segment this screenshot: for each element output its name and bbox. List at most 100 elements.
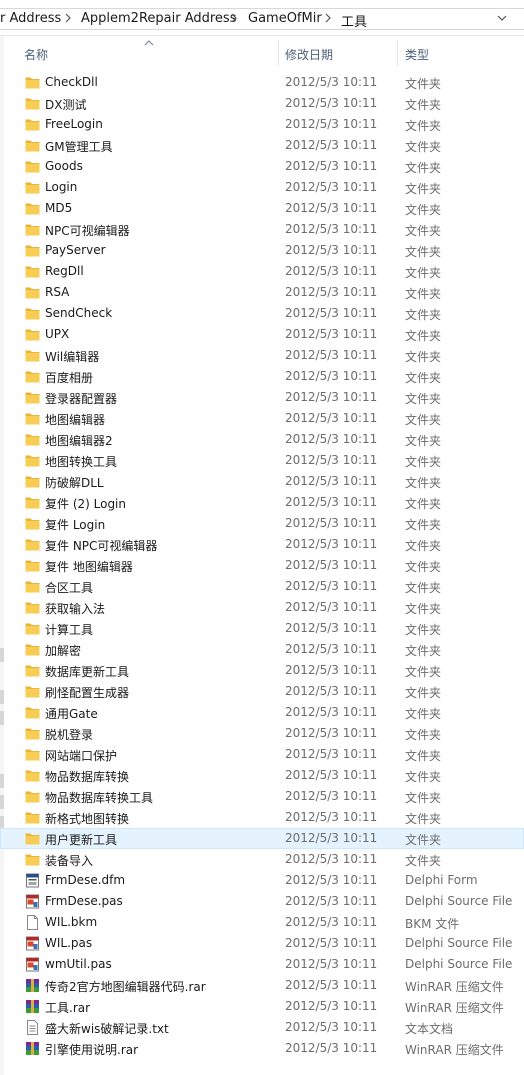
breadcrumb-item-current[interactable]: 工具 (341, 11, 367, 30)
folder-icon (25, 726, 40, 741)
list-item[interactable]: FreeLogin 2012/5/3 10:11 文件夹 (0, 114, 524, 135)
list-item[interactable]: 刷怪配置生成器 2012/5/3 10:11 文件夹 (0, 681, 524, 702)
folder-icon (25, 264, 40, 279)
file-date: 2012/5/3 10:11 (285, 1020, 378, 1034)
list-item[interactable]: 地图转换工具 2012/5/3 10:11 文件夹 (0, 450, 524, 471)
list-item[interactable]: 用户更新工具 2012/5/3 10:11 文件夹 (0, 828, 524, 849)
breadcrumb-separator-icon[interactable] (323, 12, 333, 24)
list-item[interactable]: 获取输入法 2012/5/3 10:11 文件夹 (0, 597, 524, 618)
list-item[interactable]: MD5 2012/5/3 10:11 文件夹 (0, 198, 524, 219)
file-type: 文件夹 (405, 812, 442, 826)
list-item[interactable]: 装备导入 2012/5/3 10:11 文件夹 (0, 849, 524, 870)
list-item[interactable]: DX测试 2012/5/3 10:11 文件夹 (0, 93, 524, 114)
breadcrumb-item-applem2repair[interactable]: Applem2Repair Address (81, 11, 236, 26)
file-name: 登录器配置器 (45, 392, 118, 406)
column-date[interactable]: 修改日期 (285, 46, 333, 63)
list-item[interactable]: RegDll 2012/5/3 10:11 文件夹 (0, 261, 524, 282)
list-item[interactable]: CheckDll 2012/5/3 10:11 文件夹 (0, 72, 524, 93)
list-item[interactable]: WIL.pas 2012/5/3 10:11 Delphi Source File (0, 933, 524, 954)
breadcrumb-item-address[interactable]: r Address (0, 11, 61, 26)
winrar-icon (25, 978, 40, 993)
list-item[interactable]: 物品数据库转换 2012/5/3 10:11 文件夹 (0, 765, 524, 786)
list-item[interactable]: 传奇2官方地图编辑器代码.rar 2012/5/3 10:11 WinRAR 压缩文… (0, 975, 524, 996)
list-item[interactable]: FrmDese.dfm 2012/5/3 10:11 Delphi Form (0, 870, 524, 891)
breadcrumb-separator-icon[interactable] (229, 12, 239, 24)
file-name: 复件 地图编辑器 (45, 560, 133, 574)
list-item[interactable]: 地图编辑器 2012/5/3 10:11 文件夹 (0, 408, 524, 429)
folder-icon (25, 327, 40, 342)
list-item[interactable]: Goods 2012/5/3 10:11 文件夹 (0, 156, 524, 177)
list-item[interactable]: 地图编辑器2 2012/5/3 10:11 文件夹 (0, 429, 524, 450)
file-date: 2012/5/3 10:11 (285, 159, 378, 173)
file-date: 2012/5/3 10:11 (285, 138, 378, 152)
file-type: 文件夹 (405, 203, 442, 217)
list-item[interactable]: 工具.rar 2012/5/3 10:11 WinRAR 压缩文件 (0, 996, 524, 1017)
file-type: 文件夹 (405, 833, 442, 847)
list-item[interactable]: 复件 地图编辑器 2012/5/3 10:11 文件夹 (0, 555, 524, 576)
list-item[interactable]: 百度相册 2012/5/3 10:11 文件夹 (0, 366, 524, 387)
folder-icon (25, 117, 40, 132)
list-item[interactable]: 复件 (2) Login 2012/5/3 10:11 文件夹 (0, 492, 524, 513)
list-item[interactable]: 通用Gate 2012/5/3 10:11 文件夹 (0, 702, 524, 723)
file-type: 文件夹 (405, 98, 442, 112)
list-item[interactable]: PayServer 2012/5/3 10:11 文件夹 (0, 240, 524, 261)
file-date: 2012/5/3 10:11 (285, 516, 378, 530)
list-item[interactable]: 加解密 2012/5/3 10:11 文件夹 (0, 639, 524, 660)
list-item[interactable]: 复件 NPC可视编辑器 2012/5/3 10:11 文件夹 (0, 534, 524, 555)
file-name: 地图编辑器 (45, 413, 106, 427)
breadcrumb-separator-icon[interactable] (63, 12, 73, 24)
folder-icon (25, 663, 40, 678)
file-date: 2012/5/3 10:11 (285, 600, 378, 614)
list-item[interactable]: 新格式地图转换 2012/5/3 10:11 文件夹 (0, 807, 524, 828)
file-name: 加解密 (45, 644, 82, 658)
list-item[interactable]: wmUtil.pas 2012/5/3 10:11 Delphi Source Fi… (0, 954, 524, 975)
folder-icon (25, 306, 40, 321)
address-bar[interactable]: r Address Applem2Repair Address GameOfMi… (0, 0, 524, 36)
breadcrumb-item-gameofmir[interactable]: GameOfMir (248, 11, 322, 26)
list-item[interactable]: 物品数据库转换工具 2012/5/3 10:11 文件夹 (0, 786, 524, 807)
file-name: RSA (45, 285, 70, 299)
folder-icon (25, 222, 40, 237)
file-type: 文件夹 (405, 518, 442, 532)
list-item[interactable]: 计算工具 2012/5/3 10:11 文件夹 (0, 618, 524, 639)
list-item[interactable]: FrmDese.pas 2012/5/3 10:11 Delphi Source F… (0, 891, 524, 912)
list-item[interactable]: SendCheck 2012/5/3 10:11 文件夹 (0, 303, 524, 324)
list-item[interactable]: WIL.bkm 2012/5/3 10:11 BKM 文件 (0, 912, 524, 933)
file-name: 计算工具 (45, 623, 94, 637)
file-date: 2012/5/3 10:11 (285, 411, 378, 425)
list-item[interactable]: Login 2012/5/3 10:11 文件夹 (0, 177, 524, 198)
list-item[interactable]: 盛大新wis破解记录.txt 2012/5/3 10:11 文本文档 (0, 1017, 524, 1038)
file-date: 2012/5/3 10:11 (285, 201, 378, 215)
file-date: 2012/5/3 10:11 (285, 306, 378, 320)
file-type: 文件夹 (405, 329, 442, 343)
chevron-down-icon[interactable] (496, 12, 508, 24)
file-name: 盛大新wis破解记录.txt (45, 1022, 169, 1036)
file-date: 2012/5/3 10:11 (285, 474, 378, 488)
list-item[interactable]: 合区工具 2012/5/3 10:11 文件夹 (0, 576, 524, 597)
list-item[interactable]: GM管理工具 2012/5/3 10:11 文件夹 (0, 135, 524, 156)
list-item[interactable]: 登录器配置器 2012/5/3 10:11 文件夹 (0, 387, 524, 408)
folder-icon (25, 390, 40, 405)
file-type: 文件夹 (405, 119, 442, 133)
folder-icon (25, 558, 40, 573)
list-item[interactable]: 防破解DLL 2012/5/3 10:11 文件夹 (0, 471, 524, 492)
file-type: 文件夹 (405, 77, 442, 91)
column-divider[interactable] (278, 40, 279, 66)
list-item[interactable]: UPX 2012/5/3 10:11 文件夹 (0, 324, 524, 345)
column-type[interactable]: 类型 (405, 46, 429, 63)
file-name: 合区工具 (45, 581, 94, 595)
file-date: 2012/5/3 10:11 (285, 537, 378, 551)
list-item[interactable]: 复件 Login 2012/5/3 10:11 文件夹 (0, 513, 524, 534)
folder-icon (25, 159, 40, 174)
list-item[interactable]: 脱机登录 2012/5/3 10:11 文件夹 (0, 723, 524, 744)
file-name: 脱机登录 (45, 728, 94, 742)
list-item[interactable]: NPC可视编辑器 2012/5/3 10:11 文件夹 (0, 219, 524, 240)
list-item[interactable]: 网站端口保护 2012/5/3 10:11 文件夹 (0, 744, 524, 765)
list-item[interactable]: Wil编辑器 2012/5/3 10:11 文件夹 (0, 345, 524, 366)
list-item[interactable]: 引擎使用说明.rar 2012/5/3 10:11 WinRAR 压缩文件 (0, 1038, 524, 1059)
column-name[interactable]: 名称 (24, 46, 48, 63)
list-item[interactable]: RSA 2012/5/3 10:11 文件夹 (0, 282, 524, 303)
column-divider[interactable] (397, 40, 398, 66)
list-item[interactable]: 数据库更新工具 2012/5/3 10:11 文件夹 (0, 660, 524, 681)
file-type: Delphi Source File (405, 957, 513, 971)
